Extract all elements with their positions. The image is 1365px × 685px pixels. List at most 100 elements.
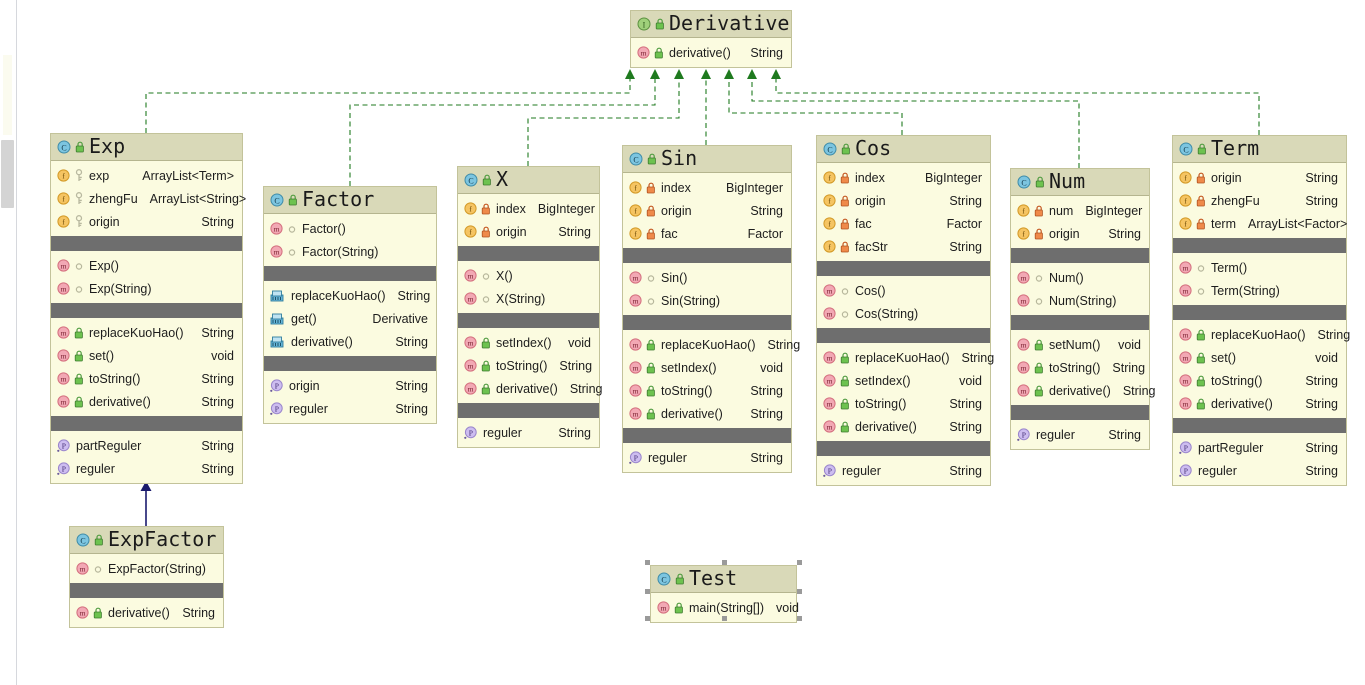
member-row[interactable]: m Term()	[1173, 256, 1346, 279]
member-row[interactable]: Porigin String	[264, 374, 436, 397]
member-row[interactable]: m ExpFactor(String)	[70, 557, 223, 580]
member-row[interactable]: m derivative() String	[1173, 392, 1346, 415]
scrollbar-thumb[interactable]	[1, 140, 14, 208]
member-row[interactable]: m Cos(String)	[817, 302, 990, 325]
class-box-expfactor[interactable]: C ExpFactor m ExpFactor(String) m derivative(…	[69, 526, 224, 628]
member-row[interactable]: m setNum() void	[1011, 333, 1149, 356]
member-row[interactable]: Preguler String	[1173, 459, 1346, 482]
member-row[interactable]: m derivative() String	[458, 377, 602, 400]
member-row[interactable]: f num BigInteger	[1011, 199, 1149, 222]
member-row[interactable]: m Num()	[1011, 266, 1149, 289]
class-header-test[interactable]: C Test	[651, 566, 796, 593]
class-header-sin[interactable]: C Sin	[623, 146, 791, 173]
member-row[interactable]: m toString() String	[623, 379, 791, 402]
class-box-factor[interactable]: C Factor m Factor() m Factor(String) replaceKu…	[263, 186, 437, 424]
member-row[interactable]: m toString() String	[458, 354, 599, 377]
member-row[interactable]: m derivative() String	[631, 41, 791, 64]
member-row[interactable]: m Term(String)	[1173, 279, 1346, 302]
member-row[interactable]: m toString() String	[817, 392, 990, 415]
member-row[interactable]: m derivative() String	[1011, 379, 1155, 402]
class-box-num[interactable]: C Num f num BigInteger f origin String m Num() m Nu…	[1010, 168, 1155, 450]
member-row[interactable]: derivative() String	[264, 330, 436, 353]
member-row[interactable]: m X()	[458, 264, 599, 287]
selection-handle[interactable]	[797, 560, 802, 565]
member-row[interactable]: m replaceKuoHao() String	[623, 333, 800, 356]
member-row[interactable]: m derivative() String	[51, 390, 242, 413]
member-row[interactable]: f fac Factor	[817, 212, 990, 235]
member-row[interactable]: m Cos()	[817, 279, 990, 302]
member-row[interactable]: f origin String	[1173, 166, 1346, 189]
member-row[interactable]: f index BigInteger	[817, 166, 990, 189]
class-header-derivative[interactable]: I Derivative	[631, 11, 791, 38]
member-row[interactable]: get() Derivative	[264, 307, 436, 330]
member-row[interactable]: m Factor()	[264, 217, 436, 240]
selection-handle[interactable]	[797, 616, 802, 621]
lock-green-icon	[75, 141, 85, 153]
member-row[interactable]: f index BigInteger	[458, 197, 599, 220]
member-row[interactable]: Preguler String	[1011, 423, 1149, 446]
member-row[interactable]: f zhengFu String	[1173, 189, 1346, 212]
member-row[interactable]: f exp ArrayList<Term>	[51, 164, 242, 187]
member-row[interactable]: m Num(String)	[1011, 289, 1149, 312]
member-row[interactable]: m setIndex() void	[623, 356, 791, 379]
member-row[interactable]: m set() void	[51, 344, 242, 367]
class-box-cos[interactable]: C Cos f index BigInteger f origin String f fac Fac…	[816, 135, 994, 486]
member-row[interactable]: f origin String	[1011, 222, 1149, 245]
member-row[interactable]: f origin String	[51, 210, 242, 233]
class-header-factor[interactable]: C Factor	[264, 187, 436, 214]
member-row[interactable]: m derivative() String	[817, 415, 990, 438]
member-row[interactable]: PpartReguler String	[51, 434, 242, 457]
member-row[interactable]: Preguler String	[264, 397, 436, 420]
member-row[interactable]: Preguler String	[458, 421, 599, 444]
class-header-expfactor[interactable]: C ExpFactor	[70, 527, 223, 554]
member-row[interactable]: m Sin()	[623, 266, 791, 289]
class-header-term[interactable]: C Term	[1173, 136, 1346, 163]
member-row[interactable]: m derivative() String	[623, 402, 791, 425]
member-row[interactable]: f origin String	[623, 199, 791, 222]
class-box-test[interactable]: C Test m main(String[]) void	[650, 565, 799, 623]
class-box-term[interactable]: C Term f origin String f zhengFu String f term Arr…	[1172, 135, 1350, 486]
class-box-sin[interactable]: C Sin f index BigInteger f origin String f fac Fac…	[622, 145, 800, 473]
selection-handle[interactable]	[797, 588, 802, 594]
selection-handle[interactable]	[721, 560, 727, 565]
class-header-x[interactable]: CX	[458, 167, 599, 194]
member-row[interactable]: m derivative() String	[70, 601, 223, 624]
member-row[interactable]: f fac Factor	[623, 222, 791, 245]
member-row[interactable]: m setIndex() void	[817, 369, 990, 392]
selection-handle[interactable]	[645, 616, 650, 621]
member-row[interactable]: f origin String	[458, 220, 599, 243]
member-row[interactable]: m X(String)	[458, 287, 599, 310]
member-row[interactable]: m Exp(String)	[51, 277, 242, 300]
member-row[interactable]: m replaceKuoHao() String	[817, 346, 994, 369]
member-row[interactable]: f term ArrayList<Factor>	[1173, 212, 1347, 235]
class-header-exp[interactable]: C Exp	[51, 134, 242, 161]
class-header-num[interactable]: C Num	[1011, 169, 1149, 196]
member-row[interactable]: Preguler String	[817, 459, 990, 482]
member-row[interactable]: m Factor(String)	[264, 240, 436, 263]
member-row[interactable]: f origin String	[817, 189, 990, 212]
member-row[interactable]: m setIndex() void	[458, 331, 599, 354]
member-row[interactable]: m toString() String	[51, 367, 242, 390]
member-row[interactable]: f facStr String	[817, 235, 990, 258]
class-box-exp[interactable]: C Exp f exp ArrayList<Term> f zhengFu ArrayList…	[50, 133, 246, 484]
member-row[interactable]: replaceKuoHao() String	[264, 284, 436, 307]
member-row[interactable]: m toString() String	[1173, 369, 1346, 392]
member-row[interactable]: Preguler String	[51, 457, 242, 480]
member-row[interactable]: m replaceKuoHao() String	[1173, 323, 1350, 346]
selection-handle[interactable]	[721, 616, 727, 621]
member-row[interactable]: m set() void	[1173, 346, 1346, 369]
member-row[interactable]: m replaceKuoHao() String	[51, 321, 242, 344]
class-box-x[interactable]: C X f index BigInteger f origin String m X() m X(St…	[457, 166, 602, 448]
member-row[interactable]: m Sin(String)	[623, 289, 791, 312]
diagram-canvas[interactable]: I Derivative m derivative() String C Exp f exp Ar…	[0, 0, 1365, 685]
class-header-cos[interactable]: C Cos	[817, 136, 990, 163]
selection-handle[interactable]	[645, 560, 650, 565]
member-row[interactable]: m toString() String	[1011, 356, 1149, 379]
member-row[interactable]: f index BigInteger	[623, 176, 791, 199]
member-row[interactable]: f zhengFu ArrayList<String>	[51, 187, 246, 210]
member-row[interactable]: PpartReguler String	[1173, 436, 1346, 459]
selection-handle[interactable]	[645, 588, 650, 594]
member-row[interactable]: Preguler String	[623, 446, 791, 469]
class-box-derivative[interactable]: I Derivative m derivative() String	[630, 10, 792, 68]
member-row[interactable]: m Exp()	[51, 254, 242, 277]
